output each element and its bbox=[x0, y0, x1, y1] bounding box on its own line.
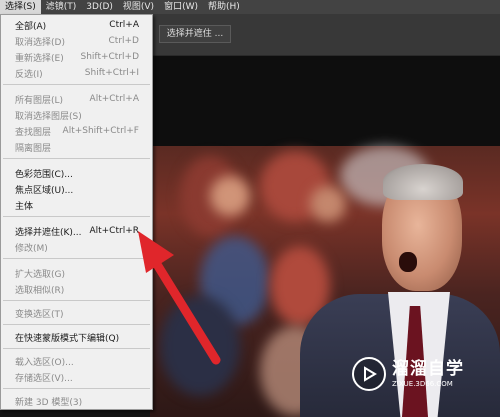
menu-item-deselect-layers[interactable]: 取消选择图层(S) bbox=[1, 107, 152, 123]
menu-help[interactable]: 帮助(H) bbox=[203, 0, 245, 14]
menu-item-save-selection[interactable]: 存储选区(V)... bbox=[1, 369, 152, 385]
menu-separator bbox=[3, 348, 150, 349]
menu-separator bbox=[3, 258, 150, 259]
menu-item-find-layers[interactable]: 查找图层 Alt+Shift+Ctrl+F bbox=[1, 123, 152, 139]
coach-hair bbox=[383, 164, 463, 200]
watermark: 溜溜自学 ZIXUE.3D66.COM bbox=[352, 352, 472, 396]
arrow-shaft bbox=[145, 248, 221, 365]
watermark-title: 溜溜自学 bbox=[392, 359, 464, 379]
menu-item-new-3d-model[interactable]: 新建 3D 模型(3) bbox=[1, 393, 152, 409]
menu-select[interactable]: 选择(S) bbox=[0, 0, 41, 14]
menu-separator bbox=[3, 216, 150, 217]
menu-separator bbox=[3, 158, 150, 159]
menu-item-color-range[interactable]: 色彩范围(C)... bbox=[1, 165, 152, 181]
menu-item-all-layers[interactable]: 所有图层(L) Alt+Ctrl+A bbox=[1, 91, 152, 107]
menu-separator bbox=[3, 324, 150, 325]
menubar: 选择(S) 滤镜(T) 3D(D) 视图(V) 窗口(W) 帮助(H) bbox=[0, 0, 500, 14]
menu-3d[interactable]: 3D(D) bbox=[81, 0, 118, 14]
menu-item-deselect[interactable]: 取消选择(D) Ctrl+D bbox=[1, 33, 152, 49]
menu-item-subject[interactable]: 主体 bbox=[1, 197, 152, 213]
coach-mouth bbox=[399, 252, 417, 272]
menu-item-select-all[interactable]: 全部(A) Ctrl+A bbox=[1, 17, 152, 33]
menu-item-reselect[interactable]: 重新选择(E) Shift+Ctrl+D bbox=[1, 49, 152, 65]
select-and-mask-button[interactable]: 选择并遮住 ... bbox=[159, 25, 231, 43]
menu-item-inverse[interactable]: 反选(I) Shift+Ctrl+I bbox=[1, 65, 152, 81]
menu-separator bbox=[3, 84, 150, 85]
menu-item-focus-area[interactable]: 焦点区域(U)... bbox=[1, 181, 152, 197]
menu-separator bbox=[3, 300, 150, 301]
menu-separator bbox=[3, 388, 150, 389]
red-arrow-annotation bbox=[138, 231, 221, 365]
menu-window[interactable]: 窗口(W) bbox=[159, 0, 203, 14]
watermark-url: ZIXUE.3D66.COM bbox=[392, 380, 453, 388]
menu-item-isolate-layers[interactable]: 隔离图层 bbox=[1, 139, 152, 155]
menu-filter[interactable]: 滤镜(T) bbox=[41, 0, 82, 14]
play-logo-icon bbox=[352, 357, 386, 391]
menu-view[interactable]: 视图(V) bbox=[118, 0, 159, 14]
